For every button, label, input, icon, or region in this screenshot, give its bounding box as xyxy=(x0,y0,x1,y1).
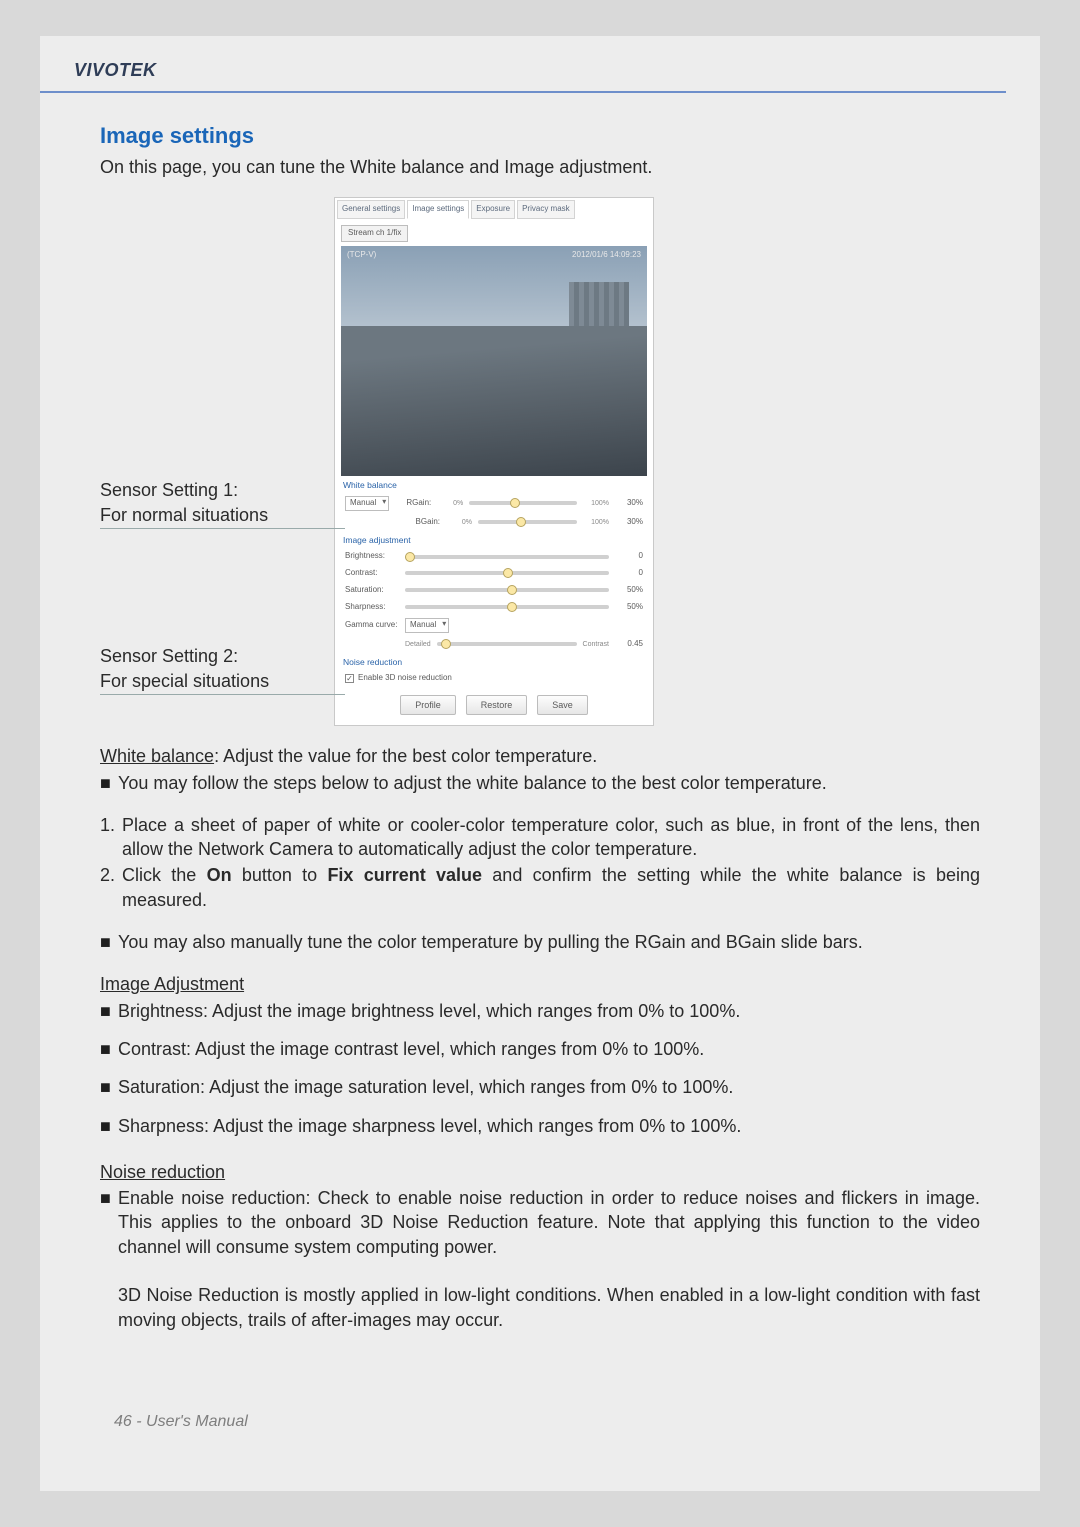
nr-bullet: ■ Enable noise reduction: Check to enabl… xyxy=(100,1186,980,1332)
contrast-val: 0 xyxy=(615,568,643,579)
section-title: Image settings xyxy=(100,121,980,151)
saturation-val: 50% xyxy=(615,585,643,596)
settings-panel: General settings Image settings Exposure… xyxy=(334,197,654,726)
rgain-label: RGain: xyxy=(395,498,431,509)
tab-general-settings[interactable]: General settings xyxy=(337,200,405,219)
wb-bullet-2: ■You may also manually tune the color te… xyxy=(100,930,980,954)
tab-exposure[interactable]: Exposure xyxy=(471,200,515,219)
bgain-row: BGain: 0% 100% 30% xyxy=(335,514,653,531)
nr-paragraph-2: 3D Noise Reduction is mostly applied in … xyxy=(118,1283,980,1332)
header-rule xyxy=(40,91,1006,93)
tab-privacy-mask[interactable]: Privacy mask xyxy=(517,200,575,219)
sharpness-val: 50% xyxy=(615,602,643,613)
sensor-setting-1-desc: For normal situations xyxy=(100,504,345,528)
ia-bullet-3: ■Saturation: Adjust the image saturation… xyxy=(100,1075,980,1099)
nr-paragraph-1: Enable noise reduction: Check to enable … xyxy=(118,1186,980,1259)
rgain-max: 100% xyxy=(583,499,609,508)
wb-steps: 1.Place a sheet of paper of white or coo… xyxy=(100,813,980,912)
header: VIVOTEK xyxy=(40,36,1040,91)
gamma-contrast-label: Contrast xyxy=(583,640,609,649)
noise-reduction-heading: Noise reduction xyxy=(100,1160,980,1184)
ia-bullet-4: ■Sharpness: Adjust the image sharpness l… xyxy=(100,1114,980,1138)
bgain-min: 0% xyxy=(446,518,472,527)
sharpness-slider[interactable] xyxy=(405,605,609,609)
noise-reduction-checkbox[interactable]: ✓ Enable 3D noise reduction xyxy=(335,670,462,687)
check-icon: ✓ xyxy=(345,674,354,683)
content: Image settings On this page, you can tun… xyxy=(40,121,1040,1332)
preview-protocol-label: (TCP-V) xyxy=(347,250,376,261)
rgain-min: 0% xyxy=(437,499,463,508)
page-footer: 46 - User's Manual xyxy=(114,1413,248,1431)
bgain-max: 100% xyxy=(583,518,609,527)
wb-bullet-1: ■You may follow the steps below to adjus… xyxy=(100,771,980,795)
wb-mode-select[interactable]: Manual xyxy=(345,496,389,511)
saturation-label: Saturation: xyxy=(345,585,399,596)
body-text: White balance: Adjust the value for the … xyxy=(100,744,980,1332)
gamma-slider[interactable] xyxy=(437,642,577,646)
bgain-label: BGain: xyxy=(404,517,440,528)
brightness-label: Brightness: xyxy=(345,551,399,562)
contrast-slider[interactable] xyxy=(405,571,609,575)
intro-text: On this page, you can tune the White bal… xyxy=(100,155,980,179)
gamma-label: Gamma curve: xyxy=(345,620,399,631)
wb-step-2: Click the On button to Fix current value… xyxy=(122,863,980,912)
tab-image-settings[interactable]: Image settings xyxy=(407,200,469,219)
brightness-slider[interactable] xyxy=(405,555,609,559)
preview-timestamp: 2012/01/6 14:09:23 xyxy=(572,250,641,261)
panel-footer: Profile Restore Save xyxy=(335,687,653,725)
sensor-setting-2-label: Sensor Setting 2: For special situations xyxy=(100,645,316,693)
brand: VIVOTEK xyxy=(74,60,157,81)
page: VIVOTEK Image settings On this page, you… xyxy=(40,36,1040,1491)
saturation-slider[interactable] xyxy=(405,588,609,592)
brightness-val: 0 xyxy=(615,551,643,562)
bgain-val: 30% xyxy=(615,517,643,528)
white-balance-heading: White balance: Adjust the value for the … xyxy=(100,744,980,768)
save-button[interactable]: Save xyxy=(537,695,588,715)
image-adjustment-header: Image adjustment xyxy=(335,531,653,548)
sharpness-label: Sharpness: xyxy=(345,602,399,613)
ia-bullet-1: ■Brightness: Adjust the image brightness… xyxy=(100,999,980,1023)
noise-reduction-header: Noise reduction xyxy=(335,653,653,670)
profile-button[interactable]: Profile xyxy=(400,695,456,715)
wb-mode-row: Manual RGain: 0% 100% 30% xyxy=(335,493,653,514)
sensor-setting-1-label: Sensor Setting 1: For normal situations xyxy=(100,479,316,527)
gamma-val: 0.45 xyxy=(615,639,643,650)
figure-labels: Sensor Setting 1: For normal situations … xyxy=(100,197,316,726)
contrast-label: Contrast: xyxy=(345,568,399,579)
wb-step-1: Place a sheet of paper of white or coole… xyxy=(122,813,980,862)
image-adjustment-heading: Image Adjustment xyxy=(100,972,980,996)
rgain-slider[interactable] xyxy=(469,501,577,505)
ia-bullet-2: ■Contrast: Adjust the image contrast lev… xyxy=(100,1037,980,1061)
rgain-val: 30% xyxy=(615,498,643,509)
restore-button[interactable]: Restore xyxy=(466,695,528,715)
bgain-slider[interactable] xyxy=(478,520,577,524)
video-preview: (TCP-V) 2012/01/6 14:09:23 xyxy=(341,246,647,476)
sensor-setting-2-title: Sensor Setting 2: xyxy=(100,645,316,668)
white-balance-header: White balance xyxy=(335,476,653,493)
stream-chip[interactable]: Stream ch 1/fix xyxy=(341,225,408,242)
figure-row: Sensor Setting 1: For normal situations … xyxy=(100,197,980,726)
gamma-detail-label: Detailed xyxy=(405,640,431,649)
gamma-mode-select[interactable]: Manual xyxy=(405,618,449,633)
sensor-setting-2-desc: For special situations xyxy=(100,670,345,694)
sensor-setting-1-title: Sensor Setting 1: xyxy=(100,479,316,502)
panel-tabs: General settings Image settings Exposure… xyxy=(335,198,653,221)
noise-reduction-checkbox-label: Enable 3D noise reduction xyxy=(358,673,452,684)
